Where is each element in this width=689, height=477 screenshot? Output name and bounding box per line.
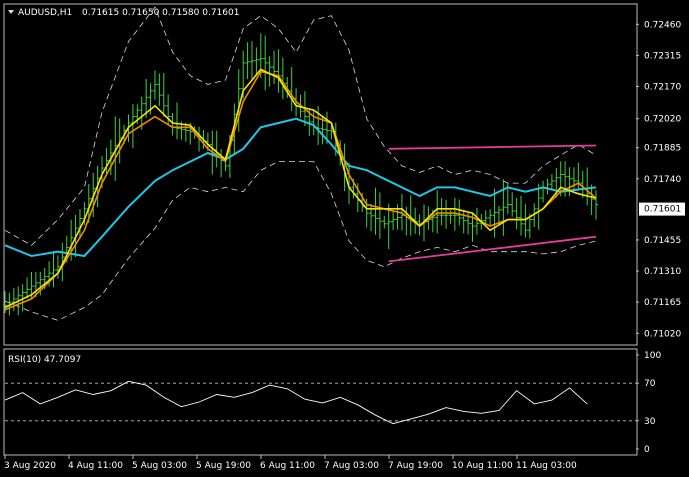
rsi-tick-label: 70 — [644, 379, 656, 389]
time-tick-label: 4 Aug 11:00 — [68, 461, 123, 471]
time-tick-label: 7 Aug 03:00 — [324, 461, 379, 471]
chart-window: 0.72460 0.72315 0.72170 0.72020 0.71885 0.717… — [0, 0, 689, 477]
time-tick-label: 5 Aug 03:00 — [132, 461, 187, 471]
ohlc-values: 0.71615 0.71650 0.71580 0.71601 — [82, 8, 239, 18]
rsi-tick-label: 100 — [644, 351, 661, 361]
time-tick-label: 5 Aug 19:00 — [196, 461, 251, 471]
price-tick-label: 0.71165 — [644, 298, 681, 308]
price-tick-label: 0.71740 — [644, 175, 681, 185]
price-tick-label: 0.71885 — [644, 144, 681, 154]
symbol-label: AUDUSD,H1 — [18, 8, 72, 18]
price-tick-label: 0.72170 — [644, 83, 681, 93]
current-price-label: 0.71601 — [644, 205, 681, 215]
time-tick-label: 6 Aug 11:00 — [260, 461, 315, 471]
price-tick-label: 0.72460 — [644, 20, 681, 30]
rsi-header: RSI(10) 47.7097 — [8, 355, 81, 365]
time-tick-label: 3 Aug 2020 — [4, 461, 56, 471]
price-tick-label: 0.72315 — [644, 51, 681, 61]
rsi-tick-label: 0 — [644, 445, 650, 455]
price-tick-label: 0.71020 — [644, 329, 681, 339]
price-tick-label: 0.71455 — [644, 236, 681, 246]
rsi-tick-label: 30 — [644, 417, 656, 427]
time-tick-label: 7 Aug 19:00 — [388, 461, 443, 471]
time-tick-label: 10 Aug 11:00 — [452, 461, 513, 471]
time-tick-label: 11 Aug 03:00 — [516, 461, 577, 471]
price-tick-label: 0.71310 — [644, 267, 681, 277]
price-tick-label: 0.72020 — [644, 115, 681, 125]
